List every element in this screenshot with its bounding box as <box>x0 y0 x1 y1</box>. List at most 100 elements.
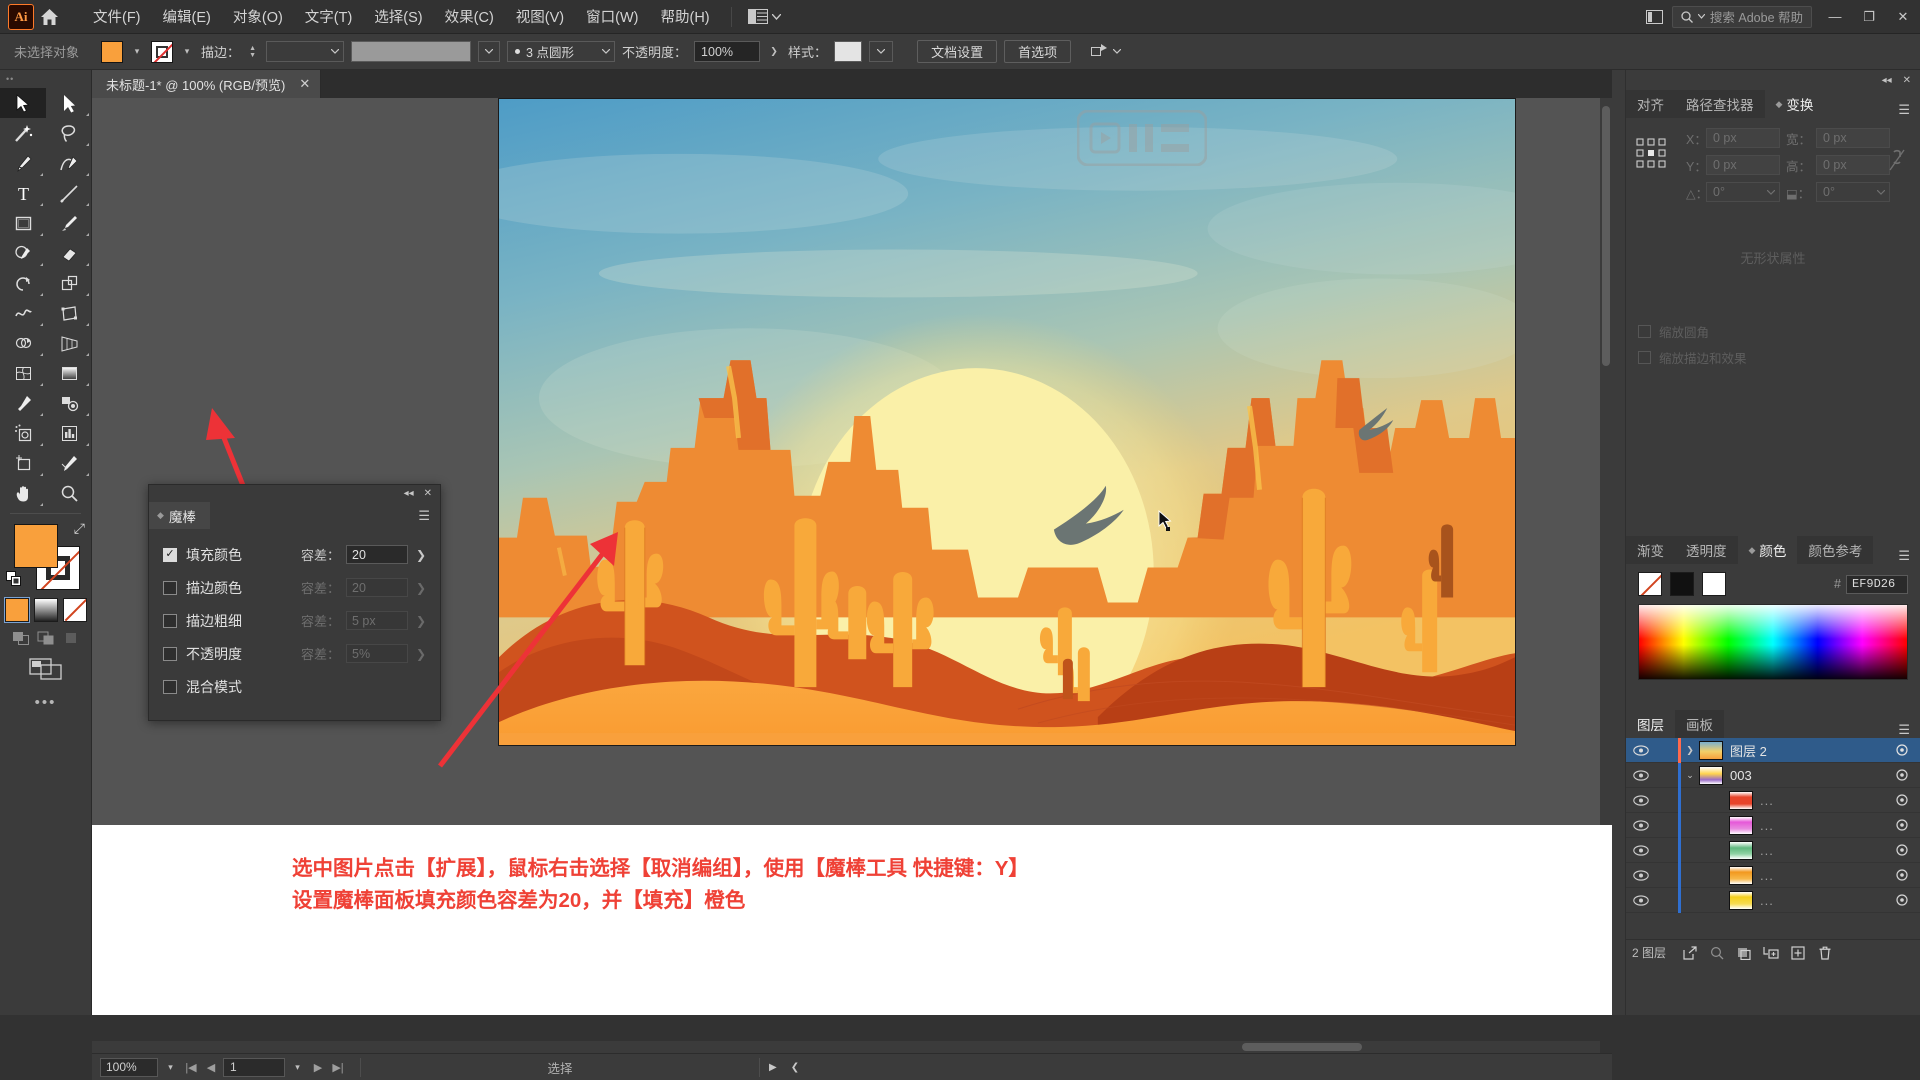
row-stroke-weight[interactable]: 描边粗细 容差： 5 px ❯ <box>149 604 440 637</box>
stroke-weight-field[interactable] <box>266 41 345 62</box>
tab-transform[interactable]: ◆ 变换 <box>1764 90 1825 118</box>
row-stroke-color[interactable]: 描边颜色 容差： 20 ❯ <box>149 571 440 604</box>
select-similar-objects-button[interactable] <box>1091 44 1122 59</box>
layer-target-icon[interactable] <box>1884 894 1920 906</box>
create-new-layer-icon[interactable] <box>1784 940 1811 966</box>
fill-tolerance-expand-icon[interactable]: ❯ <box>414 548 428 562</box>
fill-color-checkbox[interactable] <box>163 547 177 562</box>
draw-behind-icon[interactable] <box>37 630 55 646</box>
dock-collapse-strip[interactable] <box>1612 70 1626 1015</box>
swap-fill-stroke-icon[interactable]: ⤢ <box>74 520 85 537</box>
document-tab[interactable]: 未标题-1* @ 100% (RGB/预览) ✕ <box>92 70 322 98</box>
table-row[interactable]: ⌄ 003 <box>1626 762 1920 788</box>
gradient-mode-button[interactable] <box>33 598 58 622</box>
table-row[interactable]: ... <box>1626 812 1920 838</box>
tab-artboards[interactable]: 画板 <box>1675 710 1724 738</box>
eyedropper-tool[interactable] <box>0 388 46 418</box>
layer-visibility-icon[interactable] <box>1626 869 1656 881</box>
collapse-icon[interactable]: ◂◂ <box>1882 75 1892 86</box>
artboard-chevron-down-icon[interactable]: ▾ <box>289 1062 306 1073</box>
stroke-tolerance-input[interactable]: 20 <box>346 578 408 597</box>
angle-input[interactable]: 0° <box>1706 182 1780 202</box>
menu-help[interactable]: 帮助(H) <box>649 2 720 31</box>
menu-effect[interactable]: 效果(C) <box>434 2 505 31</box>
expand-layer-icon[interactable]: ❯ <box>1681 745 1699 756</box>
minimize-button[interactable]: — <box>1818 0 1852 34</box>
hand-tool[interactable] <box>0 478 46 508</box>
rotate-tool[interactable] <box>0 268 46 298</box>
table-row[interactable]: ❯ 图层 2 <box>1626 737 1920 763</box>
last-artboard-button[interactable]: ▶| <box>330 1061 346 1074</box>
y-input[interactable]: 0 px <box>1706 155 1780 175</box>
layer-target-icon[interactable] <box>1884 794 1920 806</box>
more-tools-button[interactable]: ••• <box>0 694 91 711</box>
workspace-switcher-icon[interactable] <box>1638 0 1672 34</box>
slice-tool[interactable] <box>46 448 92 478</box>
black-color-swatch[interactable] <box>1670 572 1694 596</box>
fill-tolerance-input[interactable]: 20 <box>346 545 408 564</box>
eraser-tool[interactable] <box>46 238 92 268</box>
layer-visibility-icon[interactable] <box>1626 844 1656 856</box>
blending-mode-checkbox[interactable] <box>163 679 177 694</box>
scale-strokes-checkbox[interactable] <box>1638 351 1651 364</box>
next-artboard-button[interactable]: ▶ <box>310 1061 326 1074</box>
layer-target-icon[interactable] <box>1884 869 1920 881</box>
close-icon[interactable]: ✕ <box>1903 75 1911 86</box>
table-row[interactable]: ... <box>1626 787 1920 813</box>
zoom-tool[interactable] <box>46 478 92 508</box>
screen-mode-button[interactable] <box>0 656 91 682</box>
layer-name[interactable]: ... <box>1760 818 1774 833</box>
home-icon[interactable] <box>34 0 64 34</box>
make-clipping-mask-icon[interactable] <box>1730 940 1757 966</box>
stroke-weight-stepper[interactable]: ▲ ▼ <box>247 45 258 59</box>
tab-color[interactable]: ◆ 颜色 <box>1737 536 1798 564</box>
magic-wand-tool[interactable] <box>0 118 46 148</box>
symbol-sprayer-tool[interactable] <box>0 418 46 448</box>
tab-magic-wand[interactable]: ◆ 魔棒 <box>149 502 210 529</box>
opacity-expand-icon[interactable]: ❯ <box>414 647 428 661</box>
table-row[interactable]: ... <box>1626 887 1920 913</box>
constrain-proportions-icon[interactable] <box>1888 148 1906 177</box>
layer-name[interactable]: ... <box>1760 868 1774 883</box>
horizontal-scroll-thumb[interactable] <box>1242 1043 1362 1051</box>
graphic-style-swatch[interactable] <box>834 41 863 62</box>
table-row[interactable]: ... <box>1626 862 1920 888</box>
stroke-profile-preview[interactable] <box>351 41 472 62</box>
shaper-tool[interactable] <box>0 238 46 268</box>
search-icon[interactable] <box>1703 940 1730 966</box>
fill-chevron-down-icon[interactable]: ▾ <box>130 41 144 63</box>
status-menu-icon[interactable]: ▶ <box>764 1062 782 1073</box>
zoom-chevron-down-icon[interactable]: ▾ <box>162 1062 179 1073</box>
reference-point-grid[interactable] <box>1636 138 1666 173</box>
scale-tool[interactable] <box>46 268 92 298</box>
arrange-documents-button[interactable] <box>742 7 787 26</box>
document-setup-button[interactable]: 文档设置 <box>917 40 998 63</box>
column-graph-tool[interactable] <box>46 418 92 448</box>
collapse-layer-icon[interactable]: ⌄ <box>1681 770 1699 781</box>
stroke-tolerance-expand-icon[interactable]: ❯ <box>414 581 428 595</box>
width-tool[interactable] <box>0 298 46 328</box>
create-sublayer-icon[interactable] <box>1757 940 1784 966</box>
stroke-weight-checkbox[interactable] <box>163 613 177 628</box>
row-blending-mode[interactable]: 混合模式 <box>149 670 440 703</box>
tab-color-guide[interactable]: 颜色参考 <box>1797 536 1874 564</box>
close-icon[interactable]: ✕ <box>424 488 432 499</box>
color-spectrum-ramp[interactable] <box>1638 604 1908 680</box>
panel-menu-icon[interactable]: ☰ <box>1888 548 1920 564</box>
delete-selection-icon[interactable] <box>1811 940 1838 966</box>
free-transform-tool[interactable] <box>46 298 92 328</box>
layer-visibility-icon[interactable] <box>1626 819 1656 831</box>
perspective-grid-tool[interactable] <box>46 328 92 358</box>
panel-menu-icon[interactable]: ☰ <box>1888 102 1920 118</box>
type-tool[interactable]: T <box>0 178 46 208</box>
mesh-tool[interactable] <box>0 358 46 388</box>
menu-file[interactable]: 文件(F) <box>82 2 152 31</box>
artboard[interactable] <box>498 98 1516 746</box>
paintbrush-tool[interactable] <box>46 208 92 238</box>
brush-definition-select[interactable]: 3 点圆形 <box>507 41 616 62</box>
layer-target-icon[interactable] <box>1884 819 1920 831</box>
row-opacity[interactable]: 不透明度 容差： 5% ❯ <box>149 637 440 670</box>
menu-type[interactable]: 文字(T) <box>294 2 364 31</box>
maximize-button[interactable]: ❐ <box>1852 0 1886 34</box>
fill-color-swatch[interactable] <box>101 40 124 63</box>
